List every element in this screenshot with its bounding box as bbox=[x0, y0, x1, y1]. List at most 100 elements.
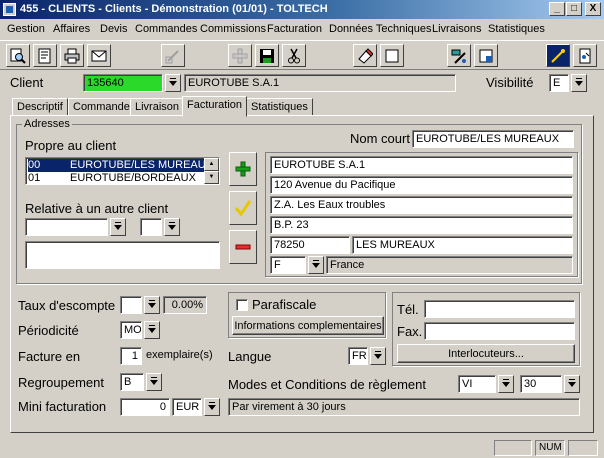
menu-livraisons[interactable]: Livraisons bbox=[432, 23, 482, 35]
language-field[interactable]: FR bbox=[348, 347, 368, 365]
address-code: 01 bbox=[28, 172, 41, 184]
postal-code-field[interactable]: 78250 bbox=[270, 236, 350, 254]
edit-disabled-icon[interactable] bbox=[161, 44, 185, 67]
app-icon bbox=[3, 3, 16, 16]
other-address-dropdown-button[interactable] bbox=[164, 218, 180, 236]
delete-address-button[interactable] bbox=[229, 230, 257, 264]
invoice-copies-unit: exemplaire(s) bbox=[146, 349, 213, 361]
menu-commissions[interactable]: Commissions bbox=[200, 23, 266, 35]
address-name: EUROTUBE/BORDEAUX bbox=[70, 172, 196, 184]
payment-mode-field[interactable]: VI bbox=[458, 375, 496, 393]
country-dropdown-button[interactable] bbox=[308, 256, 324, 274]
phone-label: Tél. bbox=[397, 302, 419, 317]
visibility-dropdown-button[interactable] bbox=[571, 74, 587, 92]
periodicity-dropdown-button[interactable] bbox=[144, 321, 160, 339]
language-dropdown-button[interactable] bbox=[370, 347, 386, 365]
client-code-field[interactable]: 135640 bbox=[83, 74, 163, 92]
address-list[interactable]: 00 EUROTUBE/LES MUREAUX 01 EUROTUBE/BORDEA… bbox=[25, 157, 220, 185]
mail-icon[interactable] bbox=[87, 44, 111, 67]
tab-statistiques[interactable]: Statistiques bbox=[246, 98, 313, 116]
address-list-scrollbar[interactable]: ▲ ▼ bbox=[204, 158, 219, 184]
validate-address-button[interactable] bbox=[229, 191, 257, 225]
invoice-copies-field[interactable]: 1 bbox=[120, 347, 142, 365]
title-bar: 455 - CLIENTS - Clients - Démonstration … bbox=[0, 0, 604, 19]
address-name: EUROTUBE/LES MUREAUX bbox=[70, 159, 214, 171]
payment-days-field[interactable]: 30 bbox=[520, 375, 562, 393]
search-icon[interactable] bbox=[6, 44, 30, 67]
country-code-field[interactable]: F bbox=[270, 256, 306, 274]
close-button[interactable]: X bbox=[585, 2, 601, 16]
grouping-field[interactable]: B bbox=[120, 373, 144, 391]
status-num: NUM bbox=[535, 440, 565, 456]
wizard-icon[interactable] bbox=[546, 44, 570, 67]
phone-field[interactable] bbox=[424, 300, 575, 318]
toolbar bbox=[0, 40, 604, 70]
complementary-info-button[interactable]: Informations complementaires bbox=[232, 316, 384, 335]
discount-label: Taux d'escompte bbox=[18, 298, 116, 313]
payment-mode-dropdown-button[interactable] bbox=[498, 375, 514, 393]
menu-gestion[interactable]: Gestion bbox=[7, 23, 45, 35]
short-name-label: Nom court bbox=[350, 131, 410, 146]
cut-icon[interactable] bbox=[282, 44, 306, 67]
menu-donnees-techniques[interactable]: Données Techniques bbox=[329, 23, 432, 35]
menu-facturation[interactable]: Facturation bbox=[267, 23, 322, 35]
scroll-up-icon[interactable]: ▲ bbox=[204, 158, 219, 171]
client-dropdown-button[interactable] bbox=[165, 74, 181, 92]
other-address-field[interactable] bbox=[140, 218, 162, 236]
min-invoice-currency-field[interactable]: EUR bbox=[172, 398, 202, 416]
save-icon[interactable] bbox=[255, 44, 279, 67]
fax-field[interactable] bbox=[424, 322, 575, 340]
grouping-label: Regroupement bbox=[18, 375, 104, 390]
minimize-button[interactable]: _ bbox=[549, 2, 565, 16]
list-item[interactable]: 00 EUROTUBE/LES MUREAUX bbox=[28, 159, 213, 172]
add-address-button[interactable] bbox=[229, 152, 257, 186]
periodicity-field[interactable]: MO bbox=[120, 321, 142, 339]
contacts-button[interactable]: Interlocuteurs... bbox=[397, 344, 575, 363]
parafiscal-checkbox[interactable] bbox=[236, 299, 248, 311]
scroll-down-icon[interactable]: ▼ bbox=[204, 171, 219, 184]
other-client-dropdown-button[interactable] bbox=[110, 218, 126, 236]
short-name-field[interactable]: EUROTUBE/LES MUREAUX bbox=[412, 130, 574, 148]
address-line-2-field[interactable]: 120 Avenue du Pacifique bbox=[270, 176, 573, 194]
currency-dropdown-button[interactable] bbox=[204, 398, 220, 416]
other-client-field[interactable] bbox=[25, 218, 108, 236]
address-line-4-field[interactable]: B.P. 23 bbox=[270, 216, 573, 234]
grouping-dropdown-button[interactable] bbox=[146, 373, 162, 391]
city-field[interactable]: LES MUREAUX bbox=[352, 236, 573, 254]
application-window: 455 - CLIENTS - Clients - Démonstration … bbox=[0, 0, 604, 458]
add-disabled-icon[interactable] bbox=[228, 44, 252, 67]
status-pane-1 bbox=[494, 440, 532, 456]
tab-commande[interactable]: Commande bbox=[68, 98, 135, 116]
eraser-icon[interactable] bbox=[353, 44, 377, 67]
discount-dropdown-button[interactable] bbox=[144, 296, 160, 314]
menu-commandes[interactable]: Commandes bbox=[135, 23, 197, 35]
address-line-1-field[interactable]: EUROTUBE S.A.1 bbox=[270, 156, 573, 174]
address-line-3-field[interactable]: Z.A. Les Eaux troubles bbox=[270, 196, 573, 214]
print-icon[interactable] bbox=[60, 44, 84, 67]
menu-devis[interactable]: Devis bbox=[100, 23, 128, 35]
exit-icon[interactable] bbox=[573, 44, 597, 67]
tools-icon[interactable] bbox=[447, 44, 471, 67]
list-item[interactable]: 01 EUROTUBE/BORDEAUX bbox=[28, 172, 205, 185]
min-invoice-field[interactable]: 0 bbox=[120, 398, 170, 416]
visibility-field[interactable]: E bbox=[549, 74, 569, 92]
country-name-field: France bbox=[326, 256, 573, 274]
tab-facturation[interactable]: Facturation bbox=[182, 96, 248, 117]
status-bar: NUM bbox=[0, 438, 604, 458]
address-code: 00 bbox=[28, 159, 41, 171]
preview-icon[interactable] bbox=[33, 44, 57, 67]
restore-button[interactable]: □ bbox=[566, 2, 582, 16]
payment-days-dropdown-button[interactable] bbox=[564, 375, 580, 393]
tab-livraison[interactable]: Livraison bbox=[130, 98, 185, 116]
status-pane-3 bbox=[568, 440, 598, 456]
discount-code-field[interactable] bbox=[120, 296, 142, 314]
tab-descriptif[interactable]: Descriptif bbox=[12, 98, 68, 116]
client-name-field: EUROTUBE S.A.1 bbox=[184, 74, 456, 92]
help-icon[interactable] bbox=[474, 44, 498, 67]
min-invoice-label: Mini facturation bbox=[18, 399, 107, 414]
menu-affaires[interactable]: Affaires bbox=[53, 23, 90, 35]
discount-rate-field: 0.00% bbox=[163, 296, 207, 314]
visibility-label: Visibilité bbox=[486, 75, 534, 90]
menu-statistiques[interactable]: Statistiques bbox=[488, 23, 545, 35]
new-page-icon[interactable] bbox=[380, 44, 404, 67]
